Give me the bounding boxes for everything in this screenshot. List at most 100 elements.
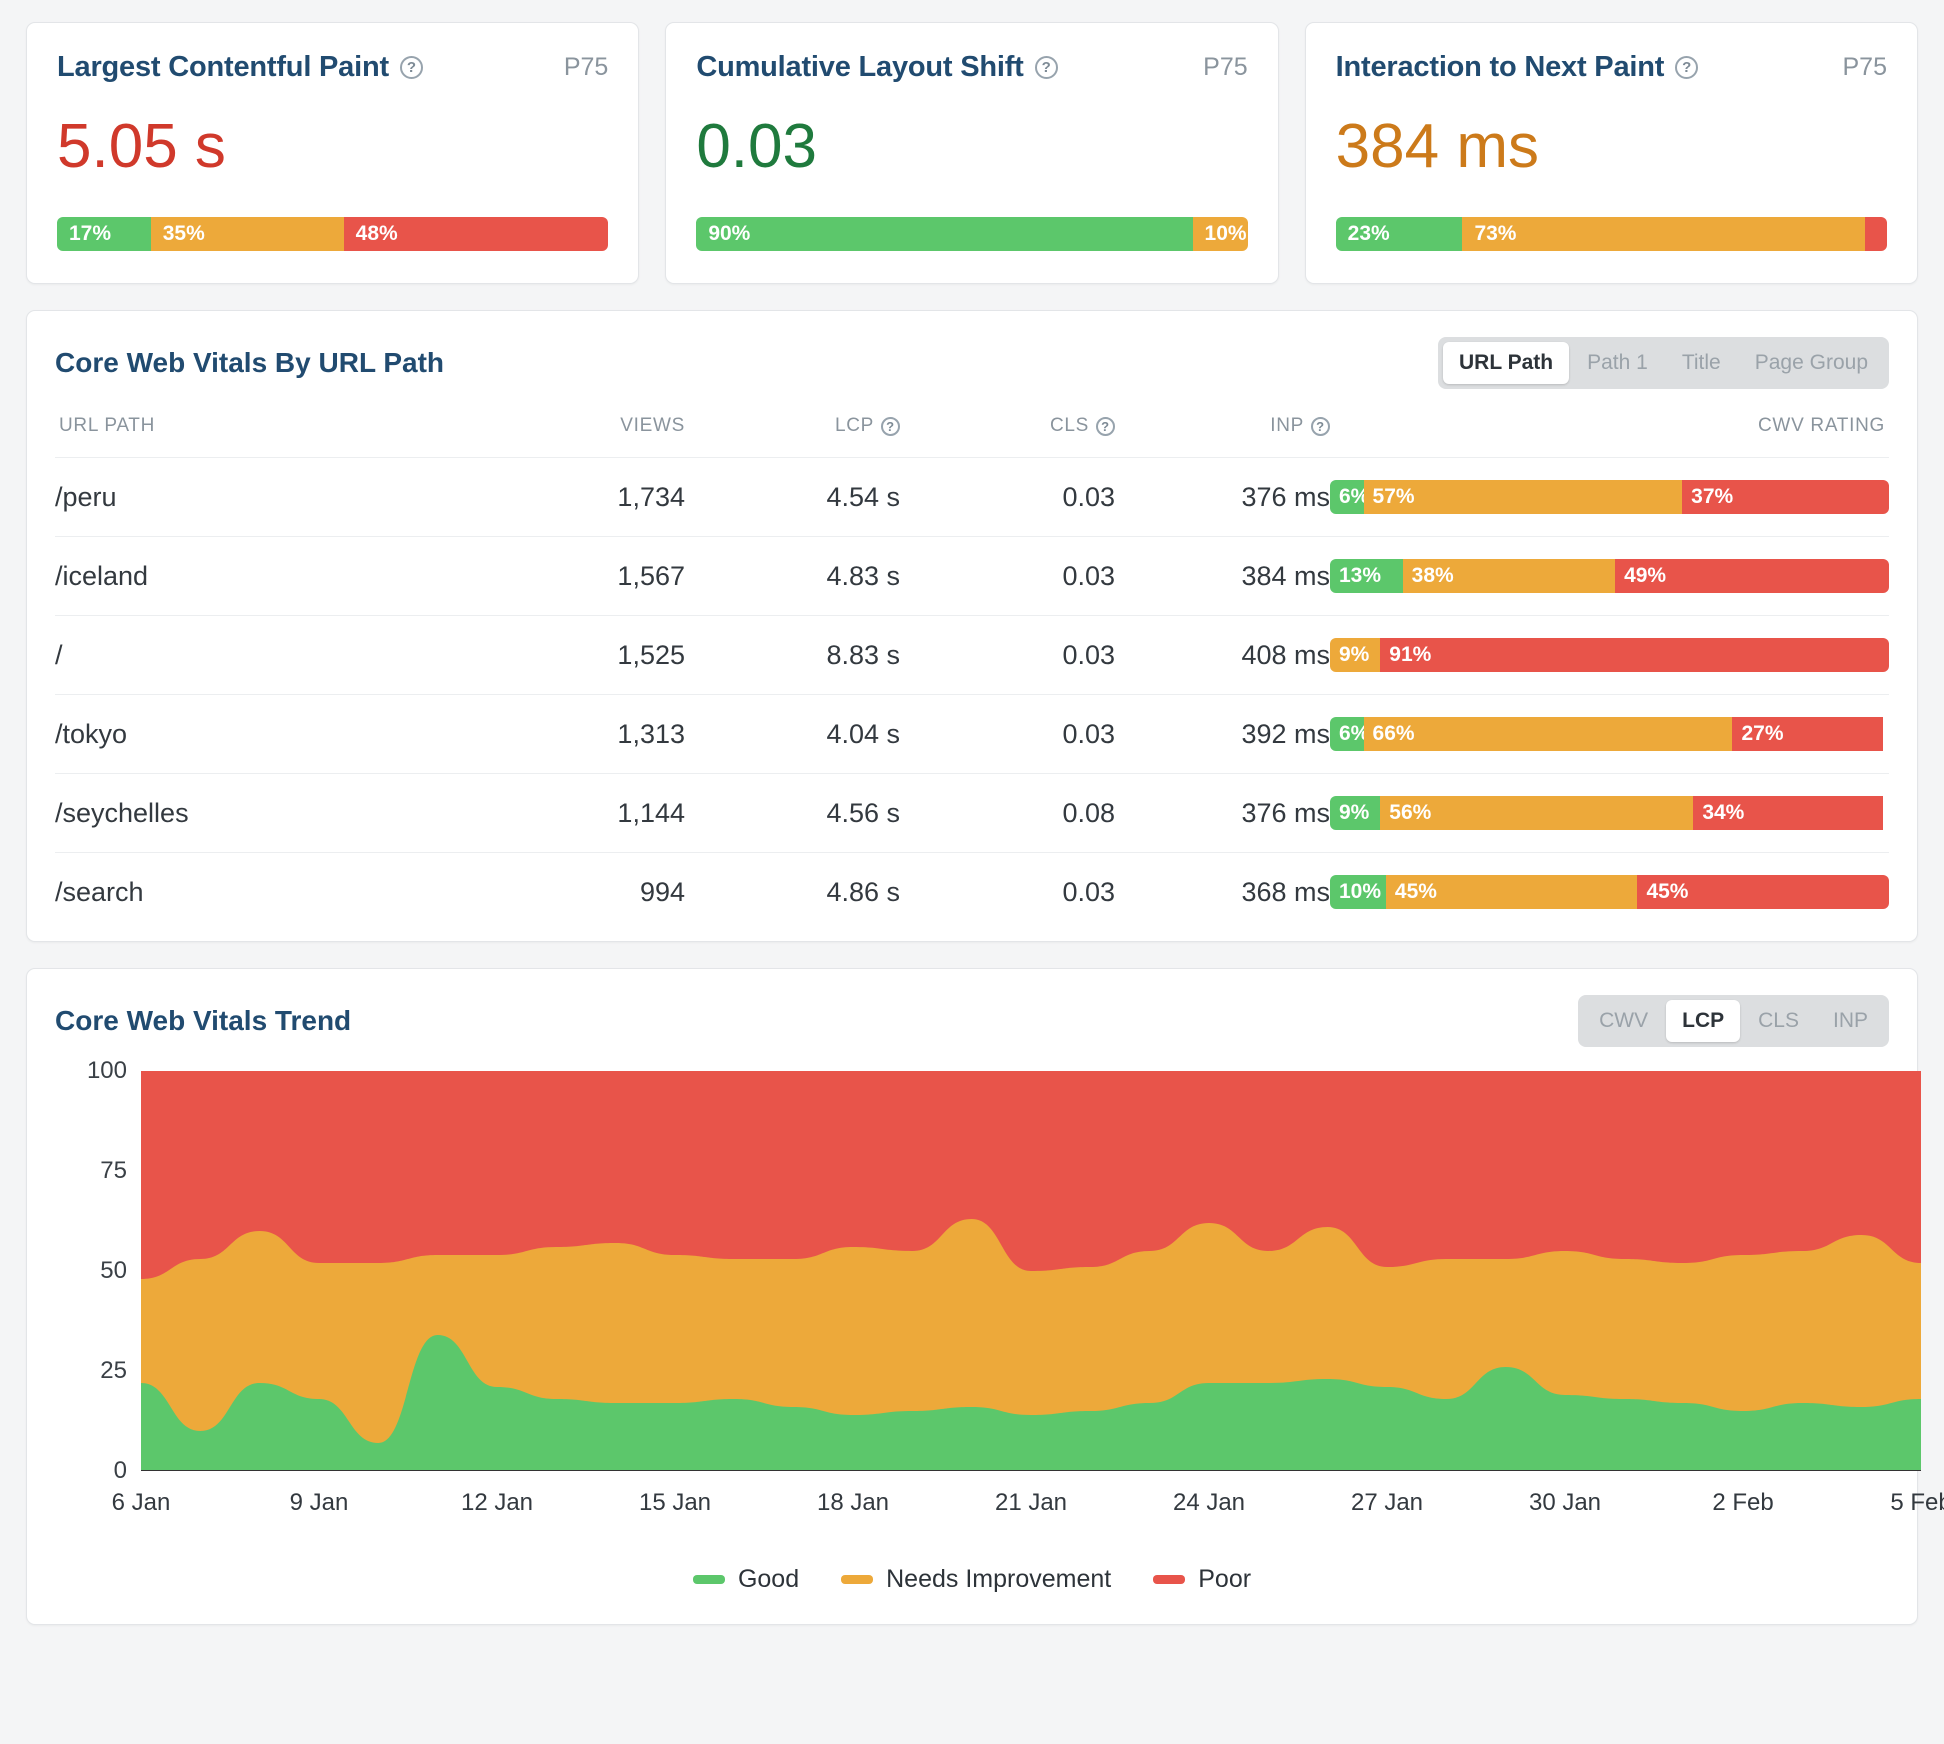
dashboard-page: Largest Contentful Paint? P75 5.05 s 17% 35%… [0, 0, 1944, 1744]
cell-views: 1,313 [485, 694, 685, 774]
column-header-lcp[interactable]: LCP ? [685, 415, 900, 458]
group-by-option-url-path[interactable]: URL Path [1443, 342, 1570, 385]
y-axis-tick-label: 100 [86, 1057, 127, 1085]
cell-lcp: 8.83 s [685, 615, 900, 695]
rating-segment-ni: 73% [1462, 217, 1865, 252]
rating-segment-ni: 9% [1330, 638, 1381, 673]
cell-lcp: 4.54 s [685, 457, 900, 537]
rating-segment-label: 48% [355, 222, 398, 246]
cell-views: 1,734 [485, 457, 685, 537]
table-row[interactable]: /search 994 4.86 s 0.03 368 ms 10% 45% 45% [55, 852, 1889, 932]
rating-segment-good: 90% [696, 217, 1193, 252]
metric-option-inp[interactable]: INP [1817, 1000, 1884, 1042]
percentile-label: P75 [563, 53, 609, 81]
column-header-views[interactable]: VIEWS [485, 415, 685, 458]
table-row[interactable]: /tokyo1,3134.04 s0.03392 ms 6% 66% 27% [55, 694, 1889, 774]
chart-legend: Good Needs Improvement Poor [55, 1565, 1889, 1594]
rating-segment-label: 73% [1474, 222, 1517, 246]
rating-segment-ni: 56% [1380, 796, 1694, 831]
page-title: Core Web Vitals By URL Path [55, 347, 444, 379]
cell-lcp: 4.83 s [685, 536, 900, 616]
question-circle-icon[interactable]: ? [1034, 56, 1058, 79]
legend-swatch [841, 1575, 874, 1585]
metric-card: Largest Contentful Paint? P75 5.05 s 17% 35%… [26, 22, 640, 285]
rating-segment-good: 13% [1330, 559, 1403, 594]
rating-segment-label: 34% [1702, 801, 1745, 825]
question-circle-icon[interactable]: ? [399, 56, 423, 79]
cell-inp: 384 ms [1115, 536, 1330, 616]
legend-label: Poor [1198, 1565, 1252, 1594]
rating-segment-label: 13% [1339, 564, 1382, 588]
question-circle-icon[interactable]: ? [1311, 416, 1330, 436]
stacked-area-chart-svg [141, 1071, 1921, 1472]
cell-views: 1,567 [485, 536, 685, 616]
metric-title: Interaction to Next Paint [1335, 51, 1665, 83]
cell-url-path: /peru [55, 457, 485, 537]
trend-header: Core Web Vitals Trend CWV LCP CLS INP [55, 995, 1889, 1048]
cell-cwv-rating: 9% 91% [1330, 615, 1889, 695]
rating-segment-poor: 91% [1380, 638, 1889, 673]
x-axis-tick-label: 6 Jan [111, 1489, 171, 1517]
table-row[interactable]: /peru1,7344.54 s0.03376 ms 6% 57% 37% [55, 457, 1889, 537]
group-by-option-page-group[interactable]: Page Group [1739, 342, 1884, 384]
metric-value: 5.05 s [57, 112, 226, 181]
percentile-label: P75 [1203, 53, 1248, 81]
rating-segment-poor: 45% [1637, 875, 1889, 910]
question-circle-icon[interactable]: ? [1675, 56, 1699, 79]
legend-item[interactable]: Needs Improvement [841, 1565, 1111, 1594]
table-row[interactable]: /1,525 8.83 s 0.03 408 ms 9% 91% [55, 615, 1889, 695]
table-header: URL PATH VIEWS LCP ? CLS ? INP ? CWV RAT… [55, 415, 1889, 458]
question-circle-icon[interactable]: ? [1096, 416, 1115, 436]
legend-item[interactable]: Poor [1153, 1565, 1251, 1594]
legend-swatch [692, 1575, 725, 1585]
legend-label: Good [737, 1565, 800, 1594]
rating-segment-label: 6% [1339, 722, 1364, 746]
group-by-toggle[interactable]: URL Path Path 1 Title Page Group [1438, 337, 1889, 390]
table-row[interactable]: /seychelles 1,144 4.56 s 0.08 376 ms 9% 56% 34% [55, 773, 1889, 853]
column-header-cwv-rating[interactable]: CWV RATING [1330, 415, 1889, 458]
metric-card: Cumulative Layout Shift? P75 0.03 90% 10% [665, 22, 1279, 285]
y-axis-tick-label: 0 [113, 1457, 127, 1485]
legend-item[interactable]: Good [692, 1565, 800, 1594]
metric-distribution-bar: 17% 35% 48% [57, 217, 609, 252]
metric-option-cls[interactable]: CLS [1742, 1000, 1815, 1042]
rating-segment-label: 57% [1372, 485, 1415, 509]
metric-toggle[interactable]: CWV LCP CLS INP [1578, 995, 1889, 1048]
group-by-option-path-1[interactable]: Path 1 [1571, 342, 1664, 384]
cell-inp: 408 ms [1115, 615, 1330, 695]
rating-segment-poor: 27% [1732, 717, 1884, 752]
column-header-url-path[interactable]: URL PATH [55, 415, 485, 458]
table-row[interactable]: /iceland 1,567 4.83 s 0.03 384 ms 13% 38% 49% [55, 536, 1889, 616]
cell-cls: 0.03 [900, 536, 1115, 616]
rating-segment-label: 45% [1394, 880, 1437, 904]
cell-cwv-rating: 9% 56% 34% [1330, 773, 1889, 853]
metric-option-cwv[interactable]: CWV [1583, 1000, 1664, 1042]
cell-url-path: /iceland [55, 536, 485, 616]
rating-segment-ni: 57% [1363, 480, 1683, 515]
column-header-inp[interactable]: INP ? [1115, 415, 1330, 458]
question-circle-icon[interactable]: ? [881, 416, 900, 436]
cell-cls: 0.03 [900, 457, 1115, 537]
column-header-cls[interactable]: CLS ? [900, 415, 1115, 458]
metric-option-lcp[interactable]: LCP [1666, 1000, 1741, 1043]
rating-segment-ni: 35% [150, 217, 344, 252]
rating-segment-ni: 45% [1385, 875, 1638, 910]
legend-label: Needs Improvement [886, 1565, 1112, 1594]
x-axis-tick-label: 21 Jan [994, 1489, 1068, 1517]
metric-card-header: Largest Contentful Paint? P75 [57, 51, 608, 84]
cwv-rating-bar: 6% 66% 27% [1330, 717, 1889, 752]
y-axis-labels: 0 25 50 75 100 [55, 1057, 127, 1484]
cell-lcp: 4.86 s [685, 852, 900, 932]
metric-distribution-bar: 90% 10% [696, 217, 1248, 252]
x-axis-tick-label: 9 Jan [289, 1489, 349, 1517]
group-by-option-title[interactable]: Title [1666, 342, 1737, 384]
cell-cls: 0.03 [900, 694, 1115, 774]
cell-inp: 376 ms [1115, 457, 1330, 537]
cwv-rating-bar: 6% 57% 37% [1330, 480, 1889, 515]
rating-segment-ni: 10% [1192, 217, 1248, 252]
rating-segment-label: 37% [1691, 485, 1734, 509]
rating-segment-poor: 34% [1693, 796, 1884, 831]
x-axis-tick-label: 12 Jan [460, 1489, 534, 1517]
rating-segment-label: 10% [1204, 222, 1247, 246]
cell-inp: 376 ms [1115, 773, 1330, 853]
